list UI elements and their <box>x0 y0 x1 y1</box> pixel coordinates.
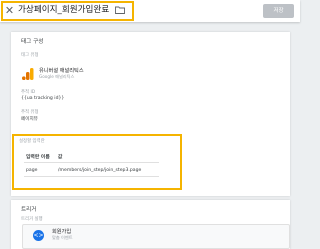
field-value-header: 값 <box>58 155 63 160</box>
track-type-value: 페이지뷰 <box>21 117 38 122</box>
tag-name[interactable]: 가상페이지_회원가입완료 <box>18 4 109 16</box>
fields-to-set-label: 설정할 입력란 <box>19 139 45 144</box>
tag-type-name: 유니버설 애널리틱스 <box>39 68 84 74</box>
firing-triggers-label: 트리거 실행 <box>21 217 43 222</box>
field-name-cell: page <box>26 168 38 173</box>
tag-config-title: 태그 구성 <box>21 39 44 45</box>
tracking-id-value: {{ua tracking id}} <box>21 96 65 101</box>
triggering-title: 트리거 <box>21 207 37 213</box>
save-button[interactable]: 저장 <box>263 4 294 18</box>
trigger-type: 맞춤 이벤트 <box>52 235 73 240</box>
google-analytics-icon <box>22 68 34 80</box>
folder-icon[interactable] <box>115 6 125 14</box>
trigger-icon-glyph: <> <box>33 232 44 239</box>
field-name-header: 입력란 이름 <box>26 155 50 160</box>
trigger-name[interactable]: 회원가입 <box>52 228 71 235</box>
fields-row-divider <box>24 176 159 177</box>
tag-type-sub: Google 애널리틱스 <box>39 74 75 79</box>
field-value-cell: /members/join_step/join_step3.page <box>58 168 142 173</box>
tag-type-label: 태그 유형 <box>21 53 39 58</box>
close-icon[interactable]: ✕ <box>3 4 16 17</box>
tracking-id-label: 추적 ID <box>21 90 36 95</box>
track-type-label: 추적 유형 <box>21 110 39 115</box>
top-bar: ✕ 가상페이지_회원가입완료 저장 <box>0 0 300 22</box>
fields-header-divider <box>24 162 159 163</box>
